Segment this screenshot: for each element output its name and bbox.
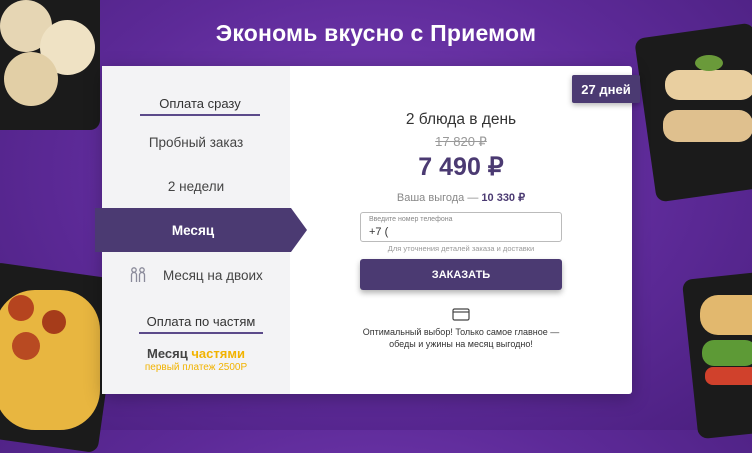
food-image-bottom-left (0, 261, 122, 453)
plan-trial[interactable]: Пробный заказ (102, 135, 290, 150)
savings-line: Ваша выгода — 10 330 ₽ (290, 191, 632, 204)
plan-month-installments[interactable]: Месяц частями первый платеж 2500Р (102, 346, 290, 373)
meals-per-day: 2 блюда в день (405, 111, 517, 128)
plan-month-for-two-label: Месяц на двоих (162, 268, 263, 284)
installment-prefix: Месяц (147, 346, 188, 361)
plan-month-active[interactable]: Месяц (95, 208, 307, 252)
footer-note-line2: обеды и ужины на месяц выгодно! (389, 339, 533, 349)
two-persons-icon (129, 266, 147, 287)
savings-label: Ваша выгода — (396, 192, 479, 204)
page-title: Экономь вкусно с Приемом (215, 20, 537, 46)
savings-value: 10 330 ₽ (481, 192, 526, 204)
pay-now-section-title: Оплата сразу (140, 96, 260, 116)
offer-details: 2 блюда в день 17 820 ₽ 7 490 ₽ Ваша выг… (290, 66, 632, 394)
phone-input-label: Введите номер телефона (369, 216, 453, 223)
days-badge: 27 дней (572, 75, 640, 103)
installment-accent: частями (191, 346, 245, 361)
installment-first-payment: первый платеж 2500Р (144, 362, 248, 373)
footer-note-line1: Оптимальный выбор! Только самое главное … (362, 327, 560, 337)
phone-input-value: +7 ( (369, 226, 389, 238)
offer-card: Оплата сразу Пробный заказ 2 недели Меся… (95, 66, 632, 394)
card-icon (290, 308, 632, 326)
plan-sidebar: Оплата сразу Пробный заказ 2 недели Меся… (95, 66, 307, 394)
order-button[interactable]: ЗАКАЗАТЬ (360, 259, 562, 290)
old-price: 17 820 ₽ (435, 134, 487, 149)
phone-hint: Для уточнения деталей заказа и доставки (387, 244, 535, 253)
plan-two-weeks[interactable]: 2 недели (102, 179, 290, 194)
plan-month-for-two[interactable]: Месяц на двоих (102, 266, 290, 287)
plan-month-label: Месяц (171, 222, 215, 238)
current-price: 7 490 ₽ (418, 153, 504, 181)
food-image-top-right (634, 22, 752, 203)
installments-section-title: Оплата по частям (139, 314, 263, 334)
food-image-bottom-right (681, 270, 752, 440)
phone-input[interactable]: Введите номер телефона +7 ( (360, 212, 562, 242)
footer-note: Оптимальный выбор! Только самое главное … (290, 326, 632, 350)
